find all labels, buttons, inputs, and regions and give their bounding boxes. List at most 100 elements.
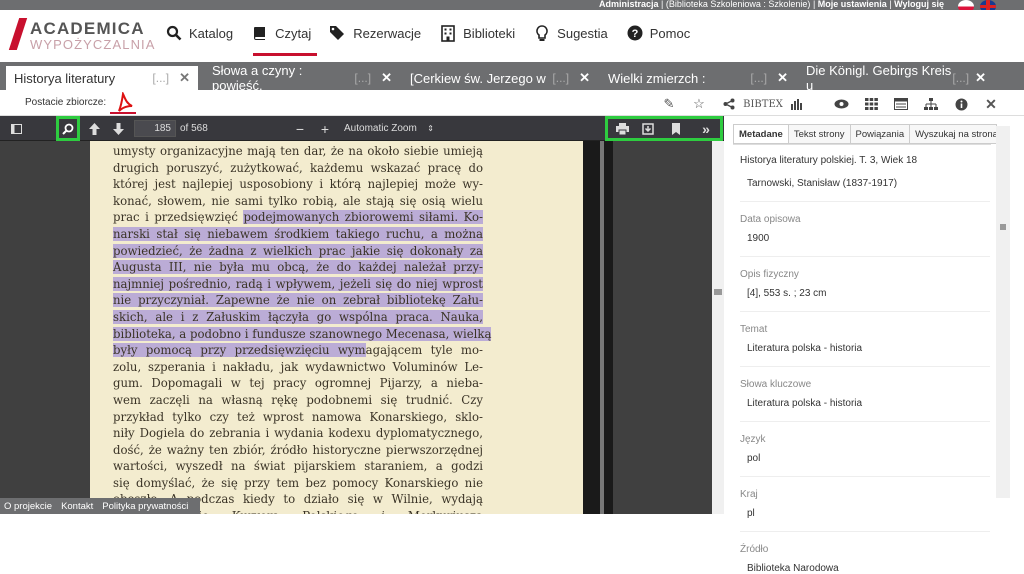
tabs-divider <box>733 144 991 145</box>
zoom-out-icon[interactable]: − <box>290 119 310 138</box>
help-icon: ? <box>626 24 644 42</box>
nav-rezerwacje[interactable]: Rezerwacje <box>329 20 431 46</box>
selected-text: narski stał się niebawem środkiem takieg… <box>113 226 483 241</box>
share-icon[interactable] <box>714 95 744 113</box>
list-view-icon[interactable] <box>886 95 916 113</box>
pdf-icon[interactable] <box>110 90 136 114</box>
tab-cerkiew[interactable]: [Cerkiew św. Jerzego w [...] ✕ <box>402 66 598 90</box>
selected-text: powiedzieć, że żadna z wielkich prac jak… <box>113 243 483 258</box>
field-value: 1900 <box>747 233 770 244</box>
nav-label: Czytaj <box>275 25 312 41</box>
close-icon[interactable]: ✕ <box>975 70 986 86</box>
contact-link[interactable]: Kontakt <box>61 501 93 512</box>
previous-page-icon[interactable] <box>84 119 104 138</box>
close-icon[interactable]: ✕ <box>777 70 788 86</box>
print-icon[interactable] <box>612 119 632 138</box>
nav-czytaj[interactable]: Czytaj <box>251 20 321 56</box>
more-tools-icon[interactable]: » <box>696 119 716 138</box>
logo-line2: WYPOŻYCZALNIA <box>30 37 156 52</box>
privacy-link[interactable]: Polityka prywatności <box>102 501 188 512</box>
tab-label: Die Königl. Gebirgs Kreis u <box>806 63 952 93</box>
eye-icon[interactable] <box>826 95 856 113</box>
text-line: gum. Dopomagali w tej pracy ogromnej Pij… <box>113 376 483 391</box>
bookmark-icon[interactable] <box>666 119 686 138</box>
tab-tekst-strony[interactable]: Tekst strony <box>787 124 850 144</box>
scrollbar-thumb[interactable] <box>1000 224 1006 230</box>
next-page-icon[interactable] <box>108 119 128 138</box>
text-line: Augusta III, nie była mu obcą, że do każ… <box>113 259 483 276</box>
close-icon[interactable]: ✕ <box>179 70 190 86</box>
nav-label: Rezerwacje <box>353 25 422 41</box>
page-number-input[interactable]: 185 <box>134 120 176 137</box>
field-label: Opis fizyczny <box>740 269 799 280</box>
text-line: powiedzieć, że żadna z wielkich prac jak… <box>113 243 483 260</box>
text-line: niły Dogiela do zebrania i wydania kodex… <box>113 426 483 441</box>
panel-tabs: Metadane Tekst strony Powiązania Wyszuka… <box>733 124 998 144</box>
text-line: się domyślać, że się przy tem bez pomocy… <box>113 475 483 490</box>
tab-more[interactable]: [...] <box>750 71 767 85</box>
top-bar: Administracja | (Biblioteka Szkoleniowa … <box>0 0 1024 10</box>
text-line: drugich poruszyć, zużytkować, każdemu ws… <box>113 160 483 175</box>
admin-link[interactable]: Administracja <box>599 0 659 9</box>
viewer-scrollbar[interactable] <box>712 141 724 514</box>
tab-metadane[interactable]: Metadane <box>733 124 788 144</box>
find-icon[interactable] <box>56 116 80 141</box>
forms-label: Postacie zbiorcze: <box>25 97 107 108</box>
chart-icon[interactable] <box>782 95 812 113</box>
tags-icon <box>329 24 347 42</box>
info-icon[interactable] <box>946 95 976 113</box>
tab-historya[interactable]: Historya literatury [...] ✕ <box>6 66 198 90</box>
hierarchy-icon[interactable] <box>916 95 946 113</box>
panel-scrollbar[interactable] <box>996 126 1010 498</box>
text-line: nie przyczyniał. Zapewne że nie on zebra… <box>113 292 483 309</box>
tab-more[interactable]: [...] <box>952 71 969 85</box>
viewer-toolbar: 185 of 568 − + Automatic Zoom ⇕ » <box>0 116 724 141</box>
book-icon <box>251 24 269 42</box>
metadata-list: Historya literatury polskiej. T. 3, Wiek… <box>740 155 990 574</box>
tab-wielki[interactable]: Wielki zmierzch : [...] ✕ <box>600 66 796 90</box>
nav-katalog[interactable]: Katalog <box>165 20 243 46</box>
logout-link[interactable]: Wyloguj się <box>894 0 944 9</box>
zoom-in-icon[interactable]: + <box>315 119 335 138</box>
text-line: prac i przedsięwzięć podejmowanych zbior… <box>113 210 483 225</box>
record-author[interactable]: Tarnowski, Stanisław (1837-1917) <box>740 178 990 189</box>
tab-powiazania[interactable]: Powiązania <box>849 124 910 144</box>
field-label: Język <box>740 434 766 445</box>
field-label: Słowa kluczowe <box>740 379 812 390</box>
nav-biblioteki[interactable]: Biblioteki <box>439 20 525 46</box>
download-icon[interactable] <box>638 119 658 138</box>
edit-icon[interactable]: ✎ <box>654 95 684 113</box>
nav-label: Biblioteki <box>463 25 516 41</box>
text-line: były pomocą przy przedsięwzięciu wymagaj… <box>113 343 483 358</box>
zoom-select[interactable]: Automatic Zoom ⇕ <box>340 120 438 137</box>
logo-line1: ACADEMICA <box>30 19 145 38</box>
bibtex-button[interactable]: BIBTEX <box>743 95 783 113</box>
sidebar-toggle-icon[interactable] <box>6 119 26 138</box>
tab-gebirgs[interactable]: Die Königl. Gebirgs Kreis u [...] ✕ <box>798 63 994 93</box>
nav-pomoc[interactable]: ? Pomoc <box>626 20 700 46</box>
field-label: Temat <box>740 324 768 335</box>
close-icon[interactable]: ✕ <box>381 70 392 86</box>
logo[interactable]: ACADEMICA WYPOŻYCZALNIA <box>8 16 154 56</box>
document-page[interactable]: umysty organizacyjne mają ten dar, że na… <box>90 141 610 514</box>
close-document-icon[interactable]: ✕ <box>976 95 1006 113</box>
metadata-panel: Metadane Tekst strony Powiązania Wyszuka… <box>724 116 1024 574</box>
field-value: [4], 553 s. ; 23 cm <box>747 288 827 299</box>
field-value[interactable]: Literatura polska - historia <box>740 343 990 354</box>
tab-slowa[interactable]: Słowa a czyny : powieść. [...] ✕ <box>204 63 400 93</box>
building-icon <box>439 24 457 42</box>
about-link[interactable]: O projekcie <box>4 501 52 512</box>
settings-link[interactable]: Moje ustawienia <box>818 0 887 9</box>
tab-label: [Cerkiew św. Jerzego w <box>410 70 546 86</box>
tab-more[interactable]: [...] <box>552 71 569 85</box>
grid-icon[interactable] <box>856 95 886 113</box>
tab-wyszukaj[interactable]: Wyszukaj na stronac <box>909 124 998 144</box>
close-icon[interactable]: ✕ <box>579 70 590 86</box>
nav-sugestia[interactable]: Sugestia <box>533 20 618 46</box>
field-value[interactable]: Literatura polska - historia <box>740 398 990 409</box>
star-icon[interactable]: ☆ <box>684 95 714 113</box>
tab-label: Słowa a czyny : powieść. <box>212 63 303 93</box>
tab-more[interactable]: [...] <box>354 71 371 85</box>
tab-more[interactable]: [...] <box>152 71 169 85</box>
scrollbar-thumb[interactable] <box>714 289 722 295</box>
